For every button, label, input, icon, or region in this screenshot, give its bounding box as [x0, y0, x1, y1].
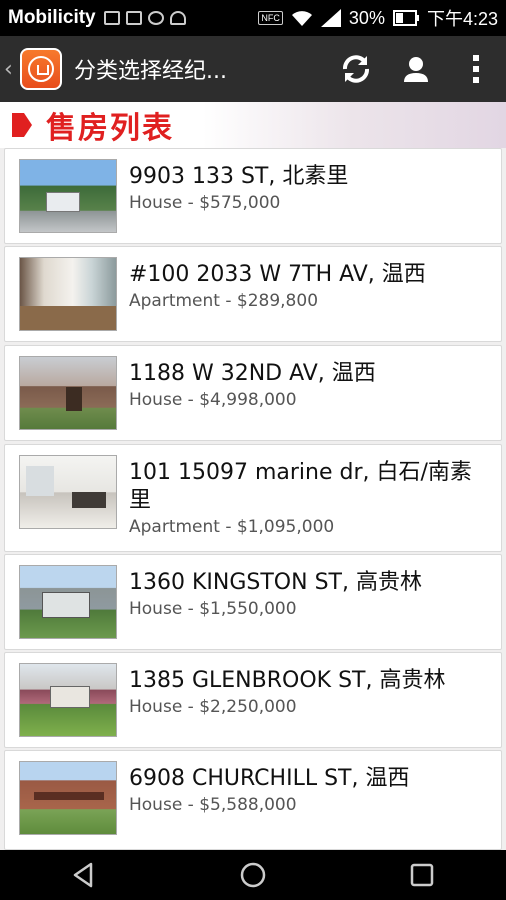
back-icon[interactable] [69, 860, 99, 890]
system-nav-bar [0, 850, 506, 900]
listing-type-price: Apartment - $289,800 [129, 291, 319, 311]
listing-address: 9903 133 ST, 北素里 [129, 164, 349, 189]
app-notification-icon [147, 11, 164, 25]
listing-card[interactable]: 6908 CHURCHILL ST, 温西 House - $5,588,000 [4, 750, 502, 850]
notification-icons [103, 11, 186, 25]
listing-address: 1188 W 32ND AV, 温西 [129, 361, 376, 386]
app-logo-icon[interactable] [20, 48, 62, 90]
recents-icon[interactable] [407, 860, 437, 890]
house-photo [19, 565, 117, 639]
listing-address: #100 2033 W 7TH AV, 温西 [129, 262, 426, 287]
refresh-icon [343, 55, 369, 83]
listing-card[interactable]: 1188 W 32ND AV, 温西 House - $4,998,000 [4, 345, 502, 441]
back-chevron-icon[interactable]: ‹ [4, 57, 18, 82]
house-photo [19, 159, 117, 233]
listing-card[interactable]: 9903 133 ST, 北素里 House - $575,000 [4, 148, 502, 244]
house-photo [19, 356, 117, 430]
profile-button[interactable] [386, 39, 446, 99]
app-bar: ‹ 分类选择经纪... [0, 36, 506, 102]
overflow-menu-button[interactable] [446, 39, 506, 99]
listing-address: 1385 GLENBROOK ST, 高贵林 [129, 668, 446, 693]
bag-notification-icon [125, 11, 142, 25]
android-notification-icon [169, 11, 186, 25]
status-bar: Mobilicity NFC 30% 下午4:23 [0, 0, 506, 36]
clock: 下午4:23 [426, 9, 498, 29]
listing-card[interactable]: 101 15097 marine dr, 白石/南素里 Apartment - … [4, 444, 502, 552]
home-icon[interactable] [238, 860, 268, 890]
house-photo [19, 257, 117, 331]
wifi-icon [291, 11, 312, 26]
listing-card[interactable]: 1360 KINGSTON ST, 高贵林 House - $1,550,000 [4, 554, 502, 650]
listing-type-price: House - $2,250,000 [129, 697, 297, 717]
refresh-button[interactable] [326, 39, 386, 99]
listing-card[interactable]: 1385 GLENBROOK ST, 高贵林 House - $2,250,00… [4, 652, 502, 748]
listing-address: 101 15097 marine dr, 白石/南素里 [129, 460, 472, 513]
listing-type-price: House - $4,998,000 [129, 390, 297, 410]
image-notification-icon [103, 11, 120, 25]
listing-type-price: House - $5,588,000 [129, 795, 297, 815]
house-photo [19, 455, 117, 529]
carrier-name: Mobilicity [8, 7, 96, 28]
section-marker-icon [12, 113, 32, 137]
more-vert-icon [473, 55, 479, 83]
listing-address: 6908 CHURCHILL ST, 温西 [129, 766, 410, 791]
signal-icon [320, 9, 341, 27]
section-title: 售房列表 [46, 111, 174, 146]
listing-type-price: House - $575,000 [129, 193, 281, 213]
nfc-icon: NFC [258, 11, 283, 25]
house-photo [19, 761, 117, 835]
listing-type-price: House - $1,550,000 [129, 599, 297, 619]
listing-address: 1360 KINGSTON ST, 高贵林 [129, 570, 422, 595]
person-icon [404, 57, 428, 82]
section-header: 售房列表 [0, 102, 506, 148]
listing-card[interactable]: #100 2033 W 7TH AV, 温西 Apartment - $289,… [4, 246, 502, 342]
battery-icon [392, 10, 419, 26]
house-photo [19, 663, 117, 737]
app-title: 分类选择经纪... [74, 59, 227, 84]
battery-percent: 30% [348, 7, 385, 28]
listing-type-price: Apartment - $1,095,000 [129, 517, 335, 537]
